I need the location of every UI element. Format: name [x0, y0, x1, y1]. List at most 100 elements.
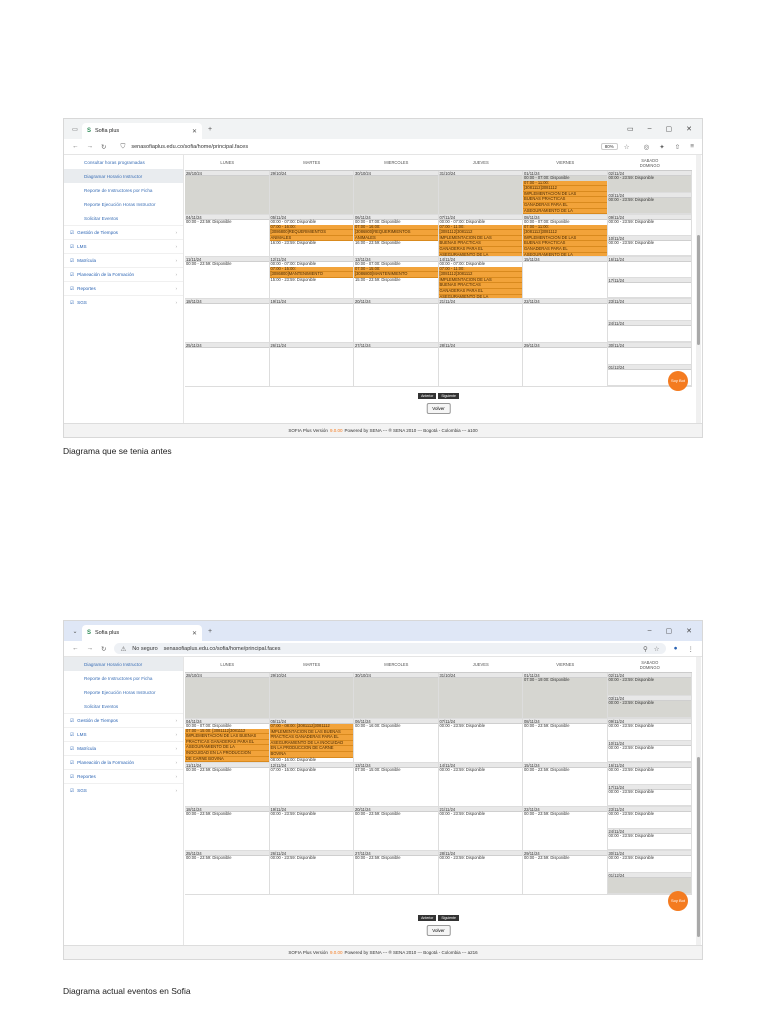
day-cell[interactable]: 28/11/24 [438, 343, 523, 386]
sidebar-subitem[interactable]: Solicitar Eventos [64, 699, 183, 713]
day-cell[interactable]: 05/11/24 07:00 - 08:00: [3081112]3081112 I… [269, 719, 354, 762]
day-cell[interactable]: 29/11/24 [523, 343, 608, 386]
day-date[interactable]: 22/11/24 [523, 299, 607, 304]
menu-icon[interactable]: ≡ [690, 143, 694, 151]
reload-icon[interactable]: ↻ [101, 645, 106, 653]
close-tab-icon[interactable]: ✕ [192, 128, 197, 135]
day-cell[interactable]: 06/11/24 00:00 - 16:00: Disponible [354, 719, 439, 762]
day-cell-sunday[interactable]: 10/11/24 00:00 - 23:59: Disponible [607, 740, 691, 762]
previous-button[interactable]: Anterior [418, 393, 437, 399]
footer-version[interactable]: 9.0.00 [330, 428, 343, 433]
chatbot-icon[interactable]: Soy Bot [668, 891, 688, 911]
day-cell[interactable]: 19/11/24 [269, 299, 354, 342]
day-cell[interactable]: 15/11/24 [523, 257, 608, 298]
day-date[interactable]: 31/10/24 [438, 673, 522, 678]
day-date[interactable]: 17/11/24 [607, 277, 691, 283]
day-cell[interactable]: 18/11/24 [185, 299, 270, 342]
sidebar-subitem[interactable]: Consultar horas programadas [64, 155, 183, 169]
bookmark-star-icon[interactable]: ☆ [624, 143, 630, 151]
previous-button[interactable]: Anterior [418, 915, 437, 921]
sidebar-item[interactable]: ☑ Planeación de la Formación › [64, 755, 183, 769]
address-bar[interactable]: ⛉ senasofiaplus.edu.co/sofia/home/princi… [114, 141, 635, 152]
scrollbar-thumb[interactable] [697, 757, 700, 937]
sidebar-item[interactable]: ☑ Planeación de la Formación › [64, 267, 183, 281]
day-cell[interactable]: 29/10/24 [269, 673, 354, 718]
extensions-icon[interactable]: ✦ [659, 143, 664, 151]
browser-tab[interactable]: S Sofia plus ✕ [82, 625, 202, 641]
day-cell[interactable]: 21/11/24 [438, 299, 523, 342]
day-date[interactable]: 27/11/24 [354, 343, 438, 348]
event-block[interactable]: DE CARNE BOVINA [185, 756, 269, 762]
day-date[interactable]: 28/11/24 [438, 343, 522, 348]
day-date[interactable]: 25/11/24 [185, 343, 269, 348]
day-cell[interactable]: 08/11/24 00:00 - 07:00: Disponible 07:00 -… [523, 215, 608, 256]
sidebar-subitem[interactable]: Reporte Ejecución Horas Instructor [64, 685, 183, 699]
day-cell[interactable]: 06/11/24 00:00 - 07:00: Disponible 07:00 -… [354, 215, 439, 256]
day-date[interactable]: 26/11/24 [269, 343, 353, 348]
day-cell-saturday[interactable]: 30/11/24 00:00 - 23:59: Disponible [607, 851, 691, 873]
day-cell[interactable]: 14/11/24 00:00 - 07:00: Disponible 07:00 -… [438, 257, 523, 298]
maximize-icon[interactable]: ▢ [666, 627, 673, 635]
day-cell[interactable]: 21/11/24 00:00 - 23:59: Disponible [438, 807, 523, 850]
day-date[interactable]: 28/10/24 [185, 171, 269, 176]
day-date[interactable]: 21/11/24 [438, 299, 522, 304]
day-cell[interactable]: 29/11/24 00:00 - 23:59: Disponible [523, 851, 608, 894]
sidebar-item[interactable]: ☑ LMS › [64, 239, 183, 253]
day-cell-saturday[interactable]: 09/11/24 00:00 - 23:59: Disponible [607, 719, 691, 741]
day-cell[interactable]: 30/10/24 [354, 171, 439, 214]
minimize-icon[interactable]: – [648, 125, 652, 133]
day-cell-saturday[interactable]: 16/11/24 00:00 - 23:59: Disponible [607, 763, 691, 785]
bookmark-star-icon[interactable]: ☆ [654, 645, 660, 653]
sidebar-item[interactable]: ☑ LMS › [64, 727, 183, 741]
day-cell[interactable]: 25/11/24 [185, 343, 270, 386]
sidebar-item[interactable]: ☑ Reportes › [64, 769, 183, 783]
volver-button[interactable]: Volver [426, 403, 451, 414]
day-date[interactable]: 29/10/24 [269, 171, 353, 176]
day-cell-saturday[interactable]: 02/11/24 00:00 - 23:59: Disponible [607, 171, 691, 193]
chevron-down-icon[interactable]: ⌄ [68, 628, 82, 635]
sidebar-subitem[interactable]: Solicitar Eventos [64, 211, 183, 225]
day-date[interactable]: 28/10/24 [185, 673, 269, 678]
next-button[interactable]: Siguiente [438, 915, 459, 921]
address-bar[interactable]: ⚠ No seguro senasofiaplus.edu.co/sofia/h… [114, 643, 666, 654]
day-cell[interactable]: 01/11/24 00:00 - 07:00: Disponible 07:00 -… [523, 171, 608, 214]
day-cell-sunday[interactable]: 24/11/24 [607, 320, 691, 342]
day-date[interactable]: 19/11/24 [269, 299, 353, 304]
tab-search-icon[interactable]: ▭ [627, 125, 634, 133]
day-cell[interactable]: 31/10/24 [438, 171, 523, 214]
day-cell[interactable]: 31/10/24 [438, 673, 523, 718]
scrollbar[interactable] [696, 155, 701, 423]
sidebar-subitem[interactable]: Diagramar Horario Instructor [64, 657, 183, 671]
sidebar-item[interactable]: ☑ SGS › [64, 295, 183, 309]
day-cell[interactable]: 11/11/24 00:00 - 23:59: Disponible [185, 257, 270, 298]
close-tab-icon[interactable]: ✕ [192, 630, 197, 637]
day-cell[interactable]: 30/10/24 [354, 673, 439, 718]
day-date[interactable]: 30/10/24 [354, 673, 438, 678]
security-label[interactable]: No seguro [132, 646, 157, 652]
day-cell-sunday[interactable]: 10/11/24 00:00 - 23:59: Disponible [607, 235, 691, 256]
pocket-icon[interactable]: ◎ [644, 143, 650, 151]
day-cell[interactable]: 28/11/24 00:00 - 23:59: Disponible [438, 851, 523, 894]
sidebar-subitem[interactable]: Reporte de Instructores por Ficha [64, 183, 183, 197]
day-cell-sunday[interactable]: 03/11/24 00:00 - 23:59: Disponible [607, 192, 691, 214]
sidebar-item[interactable]: ☑ Matrícula › [64, 741, 183, 755]
day-cell-saturday[interactable]: 16/11/24 [607, 257, 691, 278]
close-window-icon[interactable]: ✕ [686, 125, 692, 133]
day-date[interactable]: 29/10/24 [269, 673, 353, 678]
day-cell[interactable]: 13/11/24 00:00 - 07:00: Disponible 07:00 -… [354, 257, 439, 298]
day-cell[interactable]: 07/11/24 00:00 - 23:59: Disponible [438, 719, 523, 762]
day-cell[interactable]: 27/11/24 [354, 343, 439, 386]
zoom-icon[interactable]: ⚲ [643, 645, 648, 653]
sidebar-item[interactable]: ☑ Gestión de Tiempos › [64, 713, 183, 727]
day-cell-saturday[interactable]: 09/11/24 00:00 - 23:59: Disponible [607, 215, 691, 236]
day-cell-sunday[interactable]: 17/11/24 00:00 - 23:59: Disponible [607, 784, 691, 806]
day-cell[interactable]: 26/11/24 [269, 343, 354, 386]
sidebar-subitem[interactable]: Diagramar Horario Instructor [64, 169, 183, 183]
event-block[interactable]: ASEGURAMIENTO DE LA [438, 294, 522, 298]
volver-button[interactable]: Volver [426, 925, 451, 936]
day-cell-sunday[interactable]: 24/11/24 00:00 - 23:59: Disponible [607, 828, 691, 850]
sidebar-item[interactable]: ☑ Reportes › [64, 281, 183, 295]
day-cell[interactable]: 07/11/24 00:00 - 07:00: Disponible 07:00 -… [438, 215, 523, 256]
day-cell[interactable]: 15/11/24 00:00 - 23:59: Disponible [523, 763, 608, 806]
day-date[interactable]: 01/12/24 [607, 364, 691, 370]
